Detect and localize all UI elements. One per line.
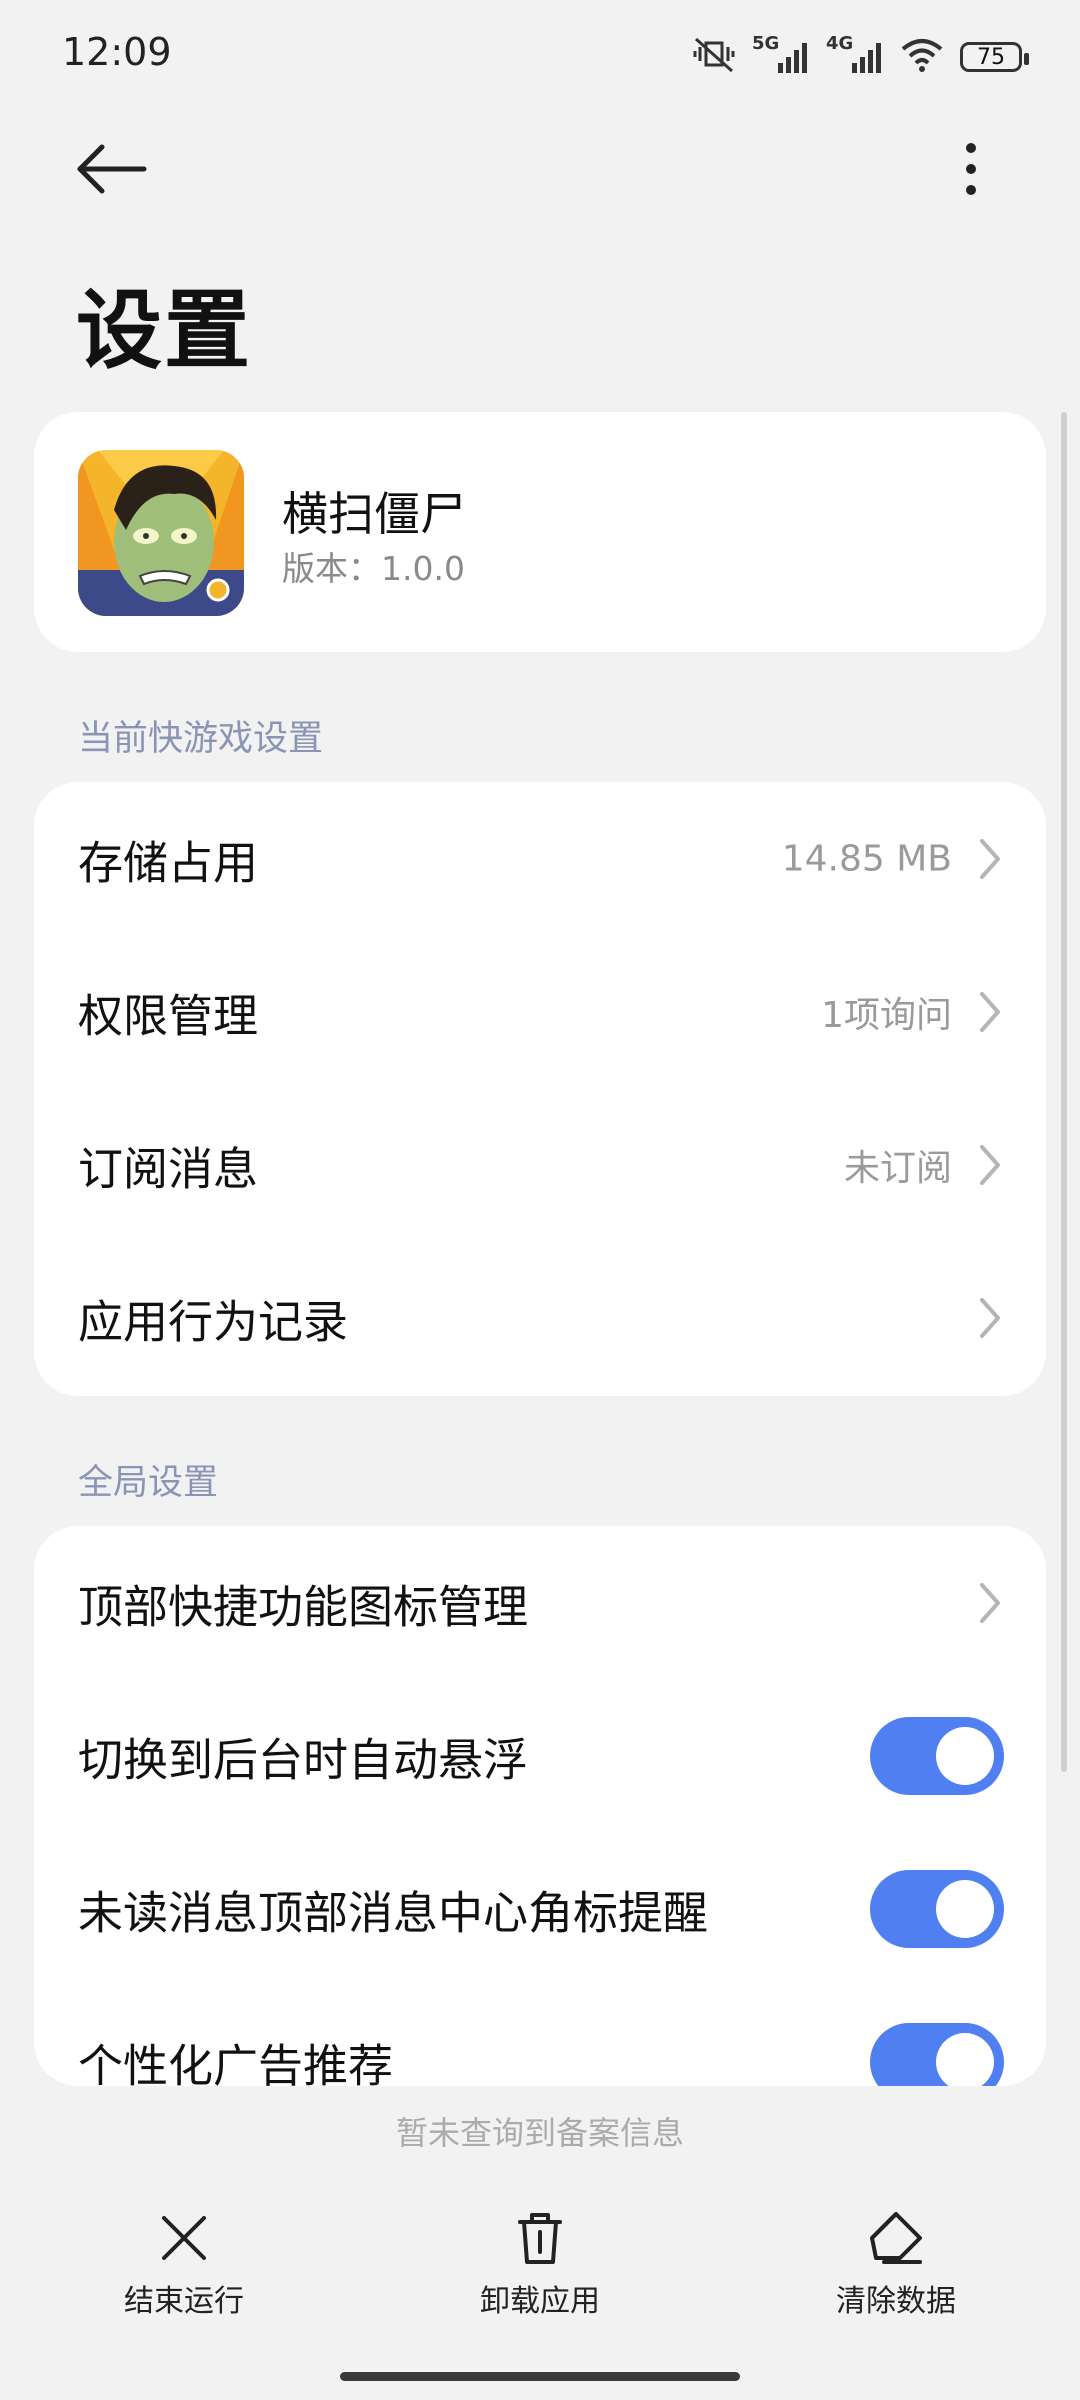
scrollbar[interactable]: [1061, 412, 1067, 1772]
row-storage[interactable]: 存储占用 14.85 MB: [34, 782, 1046, 935]
toggle-knob: [936, 1726, 994, 1785]
app-info-card: 横扫僵尸 版本：1.0.0: [34, 412, 1046, 652]
page-title: 设置: [76, 281, 252, 381]
unread-badge-toggle[interactable]: [870, 1869, 1004, 1948]
row-unread-badge-title: 未读消息顶部消息中心角标提醒: [78, 1886, 709, 1939]
wifi-icon: [900, 37, 944, 77]
bottom-action-bar: 结束运行 卸载应用 清除数据: [0, 2186, 1080, 2326]
close-icon: [162, 2216, 206, 2260]
uninstall-button[interactable]: 卸载应用: [440, 2186, 640, 2326]
row-storage-title: 存储占用: [78, 836, 259, 889]
chevron-right-icon: [980, 1297, 1000, 1338]
stop-running-label: 结束运行: [124, 2284, 244, 2319]
row-permissions[interactable]: 权限管理 1项询问: [34, 935, 1046, 1088]
status-icons: 5G 4G 75: [692, 30, 1029, 84]
back-button[interactable]: [70, 138, 154, 200]
arrow-left-icon: [77, 144, 147, 194]
battery-icon: 75: [960, 42, 1029, 72]
more-vertical-icon: [966, 143, 976, 195]
chevron-right-icon: [980, 991, 1000, 1032]
row-quick-icons[interactable]: 顶部快捷功能图标管理: [34, 1526, 1046, 1679]
row-subscriptions-value: 未订阅: [843, 1147, 952, 1189]
auto-float-toggle[interactable]: [870, 1716, 1004, 1795]
zombie-game-icon: [78, 450, 244, 616]
signal-4g-icon: 4G: [826, 33, 884, 77]
eraser-icon: [870, 2212, 922, 2264]
stop-running-button[interactable]: 结束运行: [84, 2186, 284, 2326]
row-permissions-title: 权限管理: [78, 989, 259, 1042]
clear-data-label: 清除数据: [836, 2284, 956, 2319]
uninstall-label: 卸载应用: [480, 2284, 600, 2319]
row-behavior-log[interactable]: 应用行为记录: [34, 1241, 1046, 1394]
chevron-right-icon: [980, 1582, 1000, 1623]
battery-level: 75: [977, 44, 1005, 70]
more-options-button[interactable]: [946, 138, 996, 200]
row-personalized-ads-title: 个性化广告推荐: [78, 2039, 394, 2092]
section-label-current: 当前快游戏设置: [78, 719, 324, 759]
row-permissions-value: 1项询问: [821, 994, 952, 1036]
row-auto-float-title: 切换到后台时自动悬浮: [78, 1733, 529, 1786]
home-indicator[interactable]: [340, 2372, 740, 2381]
clear-data-button[interactable]: 清除数据: [796, 2186, 996, 2326]
toggle-knob: [936, 2032, 994, 2091]
chevron-right-icon: [980, 1144, 1000, 1185]
signal-5g-icon: 5G: [752, 33, 810, 77]
row-subscriptions[interactable]: 订阅消息 未订阅: [34, 1088, 1046, 1241]
global-settings-card: 顶部快捷功能图标管理 切换到后台时自动悬浮 未读消息顶部消息中心角标提醒 个性化…: [34, 1526, 1046, 2101]
row-auto-float: 切换到后台时自动悬浮: [34, 1679, 1046, 1832]
toggle-knob: [936, 1879, 994, 1938]
row-storage-value: 14.85 MB: [781, 838, 952, 879]
chevron-right-icon: [980, 838, 1000, 879]
record-info-text: 暂未查询到备案信息: [395, 2114, 684, 2152]
status-time: 12:09: [62, 30, 172, 74]
row-quick-icons-title: 顶部快捷功能图标管理: [78, 1580, 529, 1633]
section-label-global: 全局设置: [78, 1463, 219, 1503]
status-bar: 12:09 5G 4G 75: [0, 0, 1080, 110]
trash-icon: [518, 2213, 562, 2264]
row-subscriptions-title: 订阅消息: [78, 1142, 259, 1195]
row-unread-badge: 未读消息顶部消息中心角标提醒: [34, 1832, 1046, 1985]
row-behavior-log-title: 应用行为记录: [78, 1295, 349, 1348]
current-settings-card: 存储占用 14.85 MB 权限管理 1项询问 订阅消息 未订阅 应用行为记录: [34, 782, 1046, 1396]
app-name: 横扫僵尸: [282, 487, 466, 541]
app-version: 版本：1.0.0: [282, 549, 465, 588]
mute-vibrate-icon: [692, 35, 736, 79]
